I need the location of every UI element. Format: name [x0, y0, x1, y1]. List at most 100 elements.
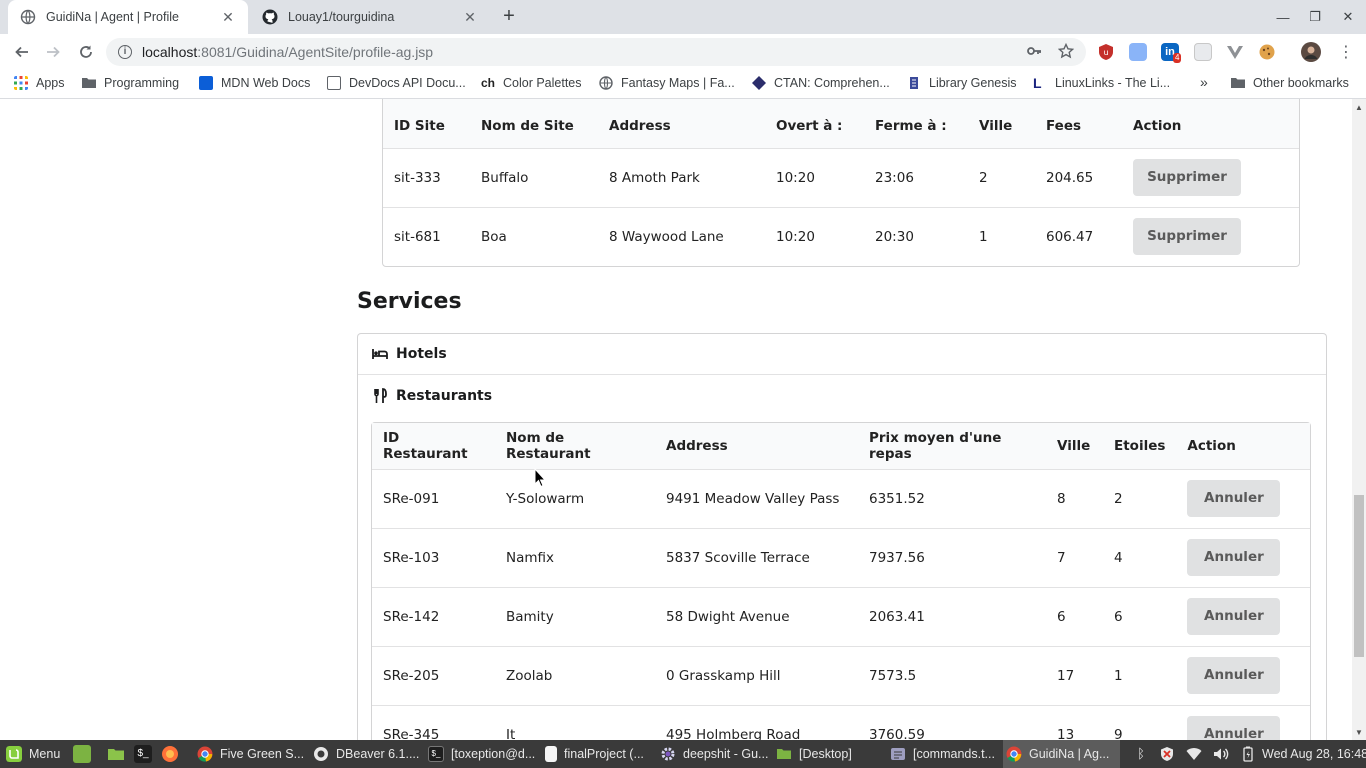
shield-icon[interactable] [1159, 746, 1175, 762]
tab-title: GuidiNa | Agent | Profile [46, 10, 179, 24]
bookmark-linuxlinks[interactable]: L LinuxLinks - The Li... [1033, 76, 1170, 90]
other-bookmarks[interactable]: Other bookmarks [1231, 76, 1349, 90]
taskbar-window[interactable]: deepshit - Gu... [660, 740, 770, 768]
restaurant-name: Zoolab [506, 667, 553, 684]
site-info-icon[interactable]: i [118, 45, 132, 59]
taskbar-window[interactable]: [commands.t... [890, 740, 1000, 768]
key-icon[interactable] [1026, 43, 1042, 62]
site-name: Buffalo [481, 169, 529, 186]
more-menu-icon[interactable]: ⋮ [1333, 39, 1359, 65]
new-tab-button[interactable]: + [497, 5, 521, 29]
url-host: localhost [142, 44, 198, 60]
terminal-icon[interactable]: $_ [134, 745, 152, 763]
browser-tab-strip: GuidiNa | Agent | Profile ✕ Louay1/tourg… [0, 0, 1366, 34]
dbeaver-icon [314, 747, 328, 761]
reload-icon[interactable] [73, 39, 99, 65]
wifi-icon[interactable] [1186, 746, 1202, 762]
bookmark-apps[interactable]: Apps [14, 76, 65, 90]
text-editor-icon [891, 748, 905, 760]
taskbar-window-active[interactable]: GuidiNa | Ag... [1003, 740, 1120, 768]
bookmark-fantasy-maps[interactable]: Fantasy Maps | Fa... [599, 76, 735, 90]
extension-icon[interactable] [1194, 43, 1212, 61]
restaurant-id: SRe-103 [383, 549, 440, 566]
page-scrollbar[interactable]: ▲ ▼ [1352, 99, 1366, 740]
clock[interactable]: Wed Aug 28, 16:48 [1262, 740, 1366, 768]
taskbar-window[interactable]: Five Green S... [197, 740, 305, 768]
vue-devtools-icon[interactable] [1226, 43, 1244, 61]
site-address: 8 Amoth Park [609, 169, 700, 186]
column-header: Fees [1035, 99, 1122, 149]
globe-icon [599, 76, 613, 90]
battery-icon[interactable] [1240, 746, 1256, 762]
scrollbar-thumb[interactable] [1354, 495, 1364, 657]
folder-icon [82, 78, 96, 88]
mint-logo-icon [6, 746, 22, 762]
table-row: sit-681 Boa 8 Waywood Lane 10:20 20:30 1… [383, 207, 1299, 266]
restaurant-city: 13 [1057, 726, 1075, 741]
scroll-up-arrow-icon[interactable]: ▲ [1355, 103, 1363, 112]
cancel-restaurant-button[interactable]: Annuler [1187, 539, 1281, 576]
browser-toolbar: i localhost:8081/Guidina/AgentSite/profi… [0, 34, 1366, 70]
taskbar-window[interactable]: [Desktop] [776, 740, 884, 768]
minimize-window-icon[interactable]: — [1267, 0, 1299, 34]
volume-icon[interactable] [1213, 746, 1229, 762]
show-desktop-icon[interactable] [73, 745, 91, 763]
bookmark-devdocs[interactable]: DevDocs API Docu... [327, 76, 466, 90]
bookmark-label: Other bookmarks [1253, 76, 1349, 90]
close-window-icon[interactable]: ✕ [1332, 0, 1364, 34]
bookmark-label: Fantasy Maps | Fa... [621, 76, 735, 90]
back-arrow-icon[interactable] [9, 39, 35, 65]
site-id: sit-681 [394, 228, 441, 245]
sites-table: ID Site Nom de Site Address Overt à : Fe… [382, 99, 1300, 267]
accordion-restaurants[interactable]: Restaurants [358, 375, 1326, 416]
library-icon [910, 77, 918, 89]
cancel-restaurant-button[interactable]: Annuler [1187, 716, 1281, 740]
address-bar[interactable]: i localhost:8081/Guidina/AgentSite/profi… [106, 38, 1086, 66]
cookie-icon[interactable] [1258, 43, 1276, 61]
ublock-extension-icon[interactable]: u [1097, 43, 1115, 61]
close-tab-icon[interactable]: ✕ [462, 9, 478, 26]
restore-window-icon[interactable]: ❐ [1299, 0, 1331, 34]
accordion-hotels[interactable]: Hotels [358, 334, 1326, 375]
bookmark-ctan[interactable]: CTAN: Comprehen... [752, 76, 890, 90]
tab-guidina-profile[interactable]: GuidiNa | Agent | Profile ✕ [8, 0, 248, 34]
linuxlinks-icon: L [1033, 75, 1042, 91]
taskbar-window[interactable]: DBeaver 6.1.... [313, 740, 423, 768]
bookmark-label: CTAN: Comprehen... [774, 76, 890, 90]
close-tab-icon[interactable]: ✕ [220, 9, 236, 26]
bookmark-mdn[interactable]: MDN Web Docs [199, 76, 310, 90]
restaurant-price: 3760.59 [869, 726, 925, 741]
column-header: Ferme à : [864, 99, 968, 149]
tab-github-tourguidina[interactable]: Louay1/tourguidina ✕ [250, 0, 490, 34]
folder-icon[interactable] [107, 745, 125, 763]
taskbar-window[interactable]: finalProject (... [545, 740, 653, 768]
window-title: finalProject (... [564, 747, 644, 761]
delete-site-button[interactable]: Supprimer [1133, 159, 1241, 196]
more-bookmarks-button[interactable]: » [1200, 74, 1208, 90]
cancel-restaurant-button[interactable]: Annuler [1187, 480, 1281, 517]
scroll-down-arrow-icon[interactable]: ▼ [1355, 728, 1363, 737]
services-title: Services [357, 289, 462, 314]
site-city: 1 [979, 228, 988, 245]
bookmark-color-palettes[interactable]: ch Color Palettes [481, 76, 582, 90]
bookmark-programming[interactable]: Programming [82, 76, 179, 90]
bookmark-star-icon[interactable] [1057, 42, 1075, 62]
bluetooth-icon[interactable]: ᛒ [1133, 746, 1149, 762]
delete-site-button[interactable]: Supprimer [1133, 218, 1241, 256]
bookmark-library-genesis[interactable]: Library Genesis [907, 76, 1017, 90]
profile-avatar[interactable] [1301, 42, 1321, 62]
chrome-icon [1006, 746, 1022, 762]
table-header-row: ID Site Nom de Site Address Overt à : Fe… [383, 99, 1299, 149]
site-close-time: 23:06 [875, 169, 914, 186]
cancel-restaurant-button[interactable]: Annuler [1187, 598, 1281, 635]
github-icon [262, 9, 278, 25]
extension-icon[interactable] [1129, 43, 1147, 61]
window-title: [Desktop] [799, 747, 852, 761]
cancel-restaurant-button[interactable]: Annuler [1187, 657, 1281, 694]
extension-badge: 4 [1173, 53, 1182, 63]
taskbar-window[interactable]: $_ [toxeption@d... [428, 740, 540, 768]
table-header-row: ID Restaurant Nom de Restaurant Address … [372, 423, 1310, 470]
forward-arrow-icon[interactable] [40, 39, 66, 65]
start-menu-button[interactable]: Menu [6, 740, 60, 768]
firefox-icon[interactable] [161, 745, 179, 763]
